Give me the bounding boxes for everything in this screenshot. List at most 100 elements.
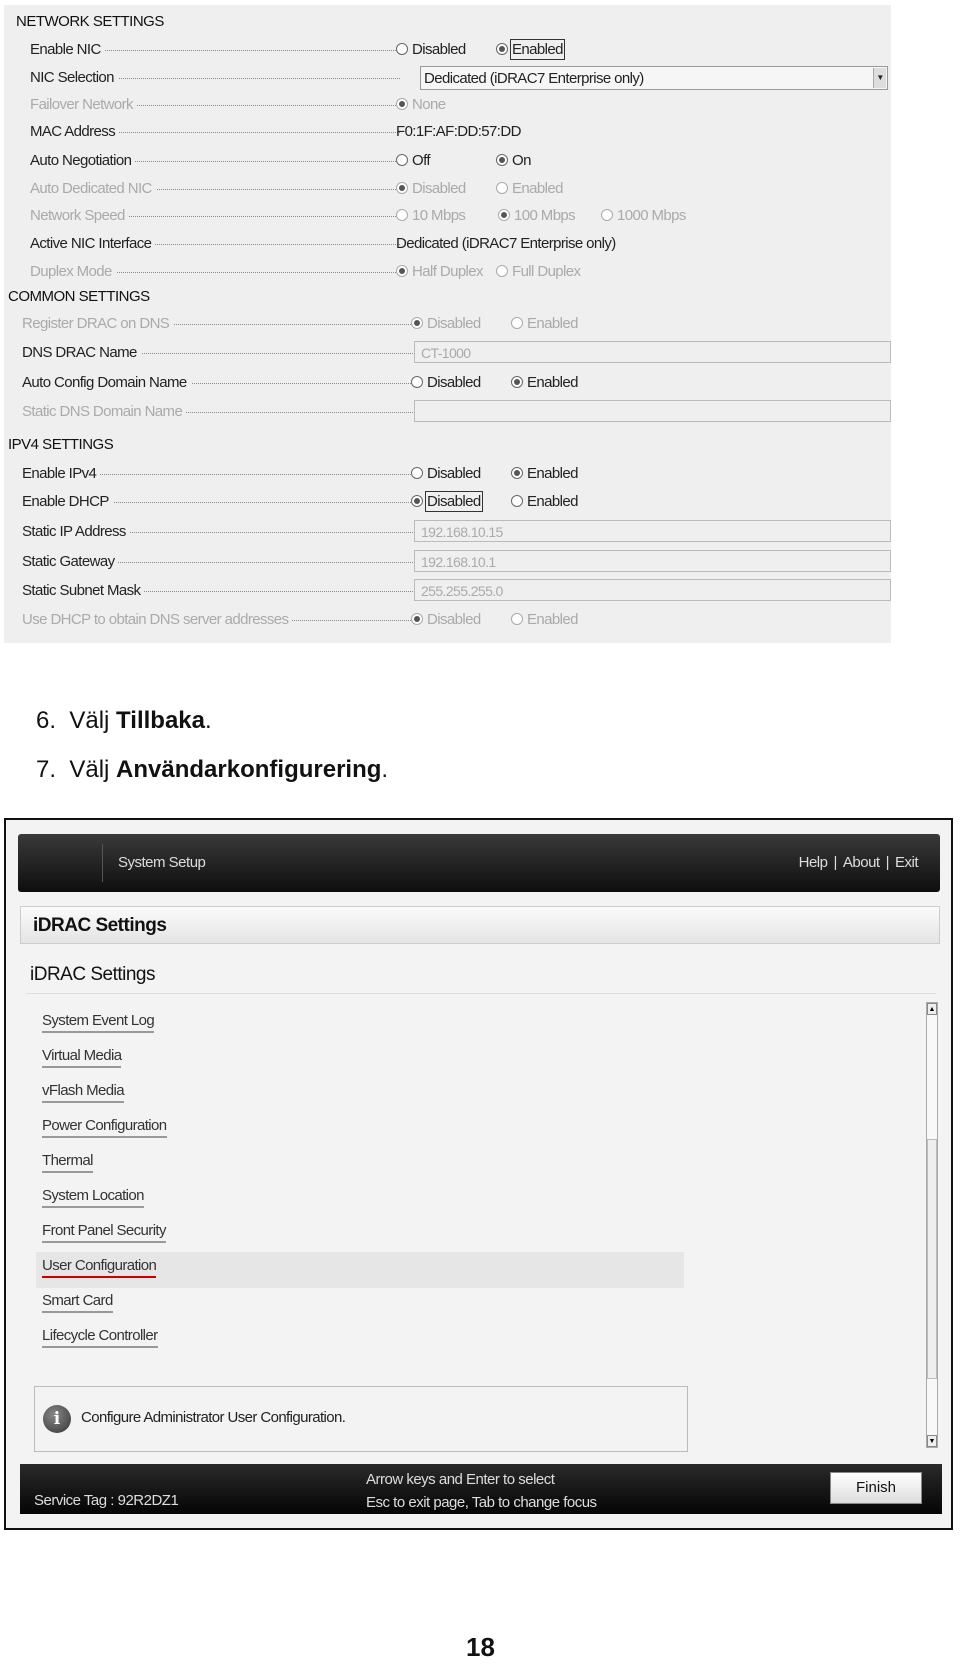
radio-option[interactable]: Enabled [511,465,578,482]
radio-label[interactable]: Disabled [425,491,483,512]
menu-item-thermal[interactable]: Thermal [42,1152,93,1173]
radio-label[interactable]: None [412,96,446,113]
radio-button-icon[interactable] [396,43,408,55]
radio-label[interactable]: 1000 Mbps [617,207,686,224]
radio-option[interactable]: 10 Mbps [396,207,466,224]
radio-label[interactable]: Full Duplex [512,263,581,280]
scroll-up-icon[interactable]: ▲ [927,1003,937,1015]
help-link[interactable]: Help [799,854,828,871]
radio-option[interactable]: 1000 Mbps [601,207,686,224]
static-ip-address-input[interactable]: 192.168.10.15 [414,520,891,542]
menu-item-system-location[interactable]: System Location [42,1187,144,1208]
radio-option[interactable]: Enabled [511,315,578,332]
menu-item-system-event-log[interactable]: System Event Log [42,1012,155,1033]
radio-label[interactable]: Enabled [527,611,578,628]
radio-option[interactable]: Disabled [411,465,481,482]
common-section-title: COMMON SETTINGS [8,288,150,305]
radio-label[interactable]: Disabled [412,180,466,197]
radio-option[interactable]: Enabled [511,611,578,628]
radio-option[interactable]: Enabled [496,180,563,197]
menu-item-user-configuration[interactable]: User Configuration [42,1257,157,1278]
radio-button-icon[interactable] [511,495,523,507]
scroll-down-icon[interactable]: ▼ [927,1435,937,1447]
network-section-title: NETWORK SETTINGS [16,13,164,30]
radio-option[interactable]: Enabled [511,493,578,510]
static-subnet-mask-input[interactable]: 255.255.255.0 [414,579,891,601]
radio-button-icon[interactable] [511,376,523,388]
radio-button-icon[interactable] [496,182,508,194]
radio-option[interactable]: On [496,152,531,169]
exit-link[interactable]: Exit [895,854,919,871]
setting-row: Auto Negotiation Off On [4,149,891,173]
radio-button-icon[interactable] [411,495,423,507]
radio-button-icon[interactable] [411,467,423,479]
radio-option[interactable]: Enabled [496,39,565,60]
radio-option[interactable]: Full Duplex [496,263,581,280]
radio-option[interactable]: Disabled [396,41,466,58]
radio-option[interactable]: 100 Mbps [498,207,576,224]
scroll-thumb[interactable] [927,1139,937,1379]
menu-item-vflash-media[interactable]: vFlash Media [42,1082,125,1103]
radio-button-icon[interactable] [511,467,523,479]
radio-button-icon[interactable] [396,265,408,277]
nic-selection-dropdown[interactable]: Dedicated (iDRAC7 Enterprise only) ▼ [420,66,888,90]
radio-button-icon[interactable] [496,265,508,277]
radio-option[interactable]: Half Duplex [396,263,484,280]
radio-label[interactable]: Enabled [512,180,563,197]
menu-item-smart-card[interactable]: Smart Card [42,1292,113,1313]
ipv4-section-title: IPV4 SETTINGS [8,436,114,453]
radio-option[interactable]: Disabled [411,374,481,391]
setting-row: Use DHCP to obtain DNS server addresses D… [4,608,891,632]
radio-label[interactable]: On [512,152,531,169]
radio-label[interactable]: Off [412,152,431,169]
finish-button[interactable]: Finish [830,1472,922,1504]
radio-button-icon[interactable] [411,317,423,329]
radio-button-icon[interactable] [498,209,510,221]
menu-item-virtual-media[interactable]: Virtual Media [42,1047,122,1068]
radio-label[interactable]: Disabled [412,41,466,58]
radio-button-icon[interactable] [411,613,423,625]
radio-button-icon[interactable] [496,43,508,55]
radio-option[interactable]: Disabled [396,180,466,197]
radio-button-icon[interactable] [396,98,408,110]
radio-option[interactable]: Disabled [411,611,481,628]
static-dns-domain-name-input[interactable] [414,400,891,422]
about-link[interactable]: About [843,854,880,871]
radio-button-icon[interactable] [496,154,508,166]
radio-button-icon[interactable] [396,209,408,221]
menu-item-lifecycle-controller[interactable]: Lifecycle Controller [42,1327,158,1348]
radio-option[interactable]: Disabled [411,315,481,332]
radio-button-icon[interactable] [511,613,523,625]
radio-label[interactable]: 100 Mbps [514,207,576,224]
menu-item-front-panel-security[interactable]: Front Panel Security [42,1222,167,1243]
radio-button-icon[interactable] [511,317,523,329]
radio-label[interactable]: 10 Mbps [412,207,466,224]
radio-label[interactable]: Enabled [527,465,578,482]
radio-label[interactable]: Disabled [427,374,481,391]
menu-item-power-configuration[interactable]: Power Configuration [42,1117,167,1138]
radio-label[interactable]: Enabled [527,374,578,391]
radio-option[interactable]: Disabled [411,491,483,512]
radio-label[interactable]: Half Duplex [412,263,484,280]
radio-option[interactable]: Enabled [511,374,578,391]
radio-option[interactable]: None [396,96,446,113]
radio-button-icon[interactable] [411,376,423,388]
radio-label[interactable]: Disabled [427,611,481,628]
scrollbar[interactable]: ▲ ▼ [926,1002,938,1448]
radio-button-icon[interactable] [396,182,408,194]
step-end: . [381,756,389,783]
step-bold: Användarkonfigurering [116,756,382,783]
radio-button-icon[interactable] [601,209,613,221]
static-gateway-input[interactable]: 192.168.10.1 [414,550,891,572]
dns-drac-name-input[interactable]: CT-1000 [414,341,891,363]
setting-label: Duplex Mode [30,263,116,280]
radio-label[interactable]: Enabled [527,315,578,332]
chevron-down-icon[interactable]: ▼ [873,68,886,88]
radio-label[interactable]: Enabled [527,493,578,510]
radio-label[interactable]: Disabled [427,465,481,482]
radio-label[interactable]: Enabled [510,39,565,60]
radio-option[interactable]: Off [396,152,431,169]
setting-row: Enable DHCP Disabled Enabled [4,490,891,514]
radio-label[interactable]: Disabled [427,315,481,332]
radio-button-icon[interactable] [396,154,408,166]
